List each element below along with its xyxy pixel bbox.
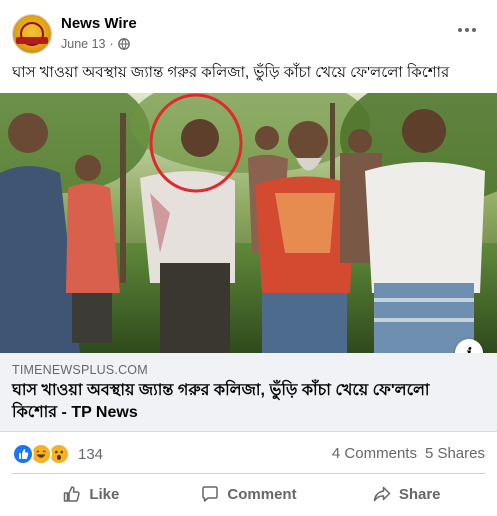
engagement-counts: 4 Comments 5 Shares [332, 445, 485, 462]
share-button[interactable]: Share [327, 476, 485, 512]
comment-count[interactable]: 4 Comments [332, 445, 417, 462]
globe-icon[interactable] [117, 38, 130, 50]
page-avatar[interactable] [12, 14, 52, 54]
like-reaction-icon [12, 443, 34, 465]
meta-separator: · [109, 37, 114, 51]
post-actions: Like Comment Share [12, 476, 485, 512]
link-title[interactable]: ঘাস খাওয়া অবস্থায় জ্যান্ত গরুর কলিজা, … [12, 380, 452, 424]
post-caption: ঘাস খাওয়া অবস্থায় জ্যান্ত গরুর কলিজা, … [12, 64, 450, 81]
avatar-logo-band [16, 37, 48, 44]
page-name[interactable]: News Wire [61, 15, 137, 32]
share-icon [373, 486, 391, 502]
comment-icon [202, 486, 219, 502]
photo-image [0, 93, 497, 353]
post-card: News Wire June 13 · ঘাস খাওয়া অবস্থায় … [0, 0, 497, 516]
post-date[interactable]: June 13 [61, 37, 105, 51]
post-photo[interactable] [0, 93, 497, 353]
post-stats: 134 4 Comments 5 Shares [12, 440, 485, 466]
like-button[interactable]: Like [12, 476, 170, 512]
like-label: Like [89, 485, 120, 503]
more-options-icon[interactable] [455, 18, 479, 42]
share-count[interactable]: 5 Shares [425, 445, 485, 462]
link-preview[interactable]: TIMENEWSPLUS.COM ঘাস খাওয়া অবস্থায় জ্য… [0, 353, 497, 432]
comment-label: Comment [227, 485, 297, 503]
reaction-count: 134 [78, 445, 104, 463]
comment-button[interactable]: Comment [170, 476, 328, 512]
share-label: Share [398, 485, 441, 503]
thumbs-up-icon [64, 486, 80, 502]
post-header: News Wire June 13 · [12, 12, 485, 56]
link-domain: TIMENEWSPLUS.COM [12, 363, 148, 377]
post-meta: June 13 · [61, 37, 130, 51]
actions-divider [12, 473, 485, 474]
reactions-summary[interactable]: 134 [12, 443, 103, 465]
